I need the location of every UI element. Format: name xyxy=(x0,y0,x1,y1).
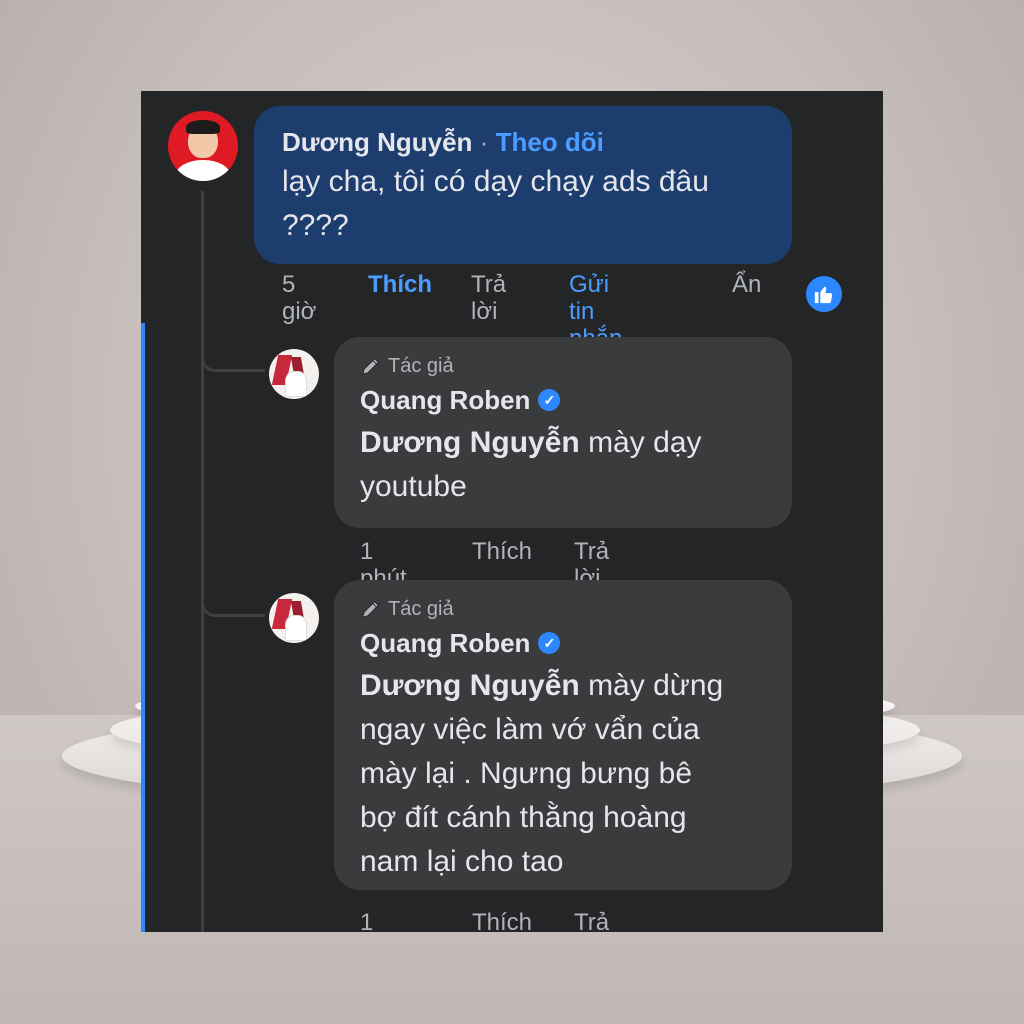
comment-header: Dương Nguyễn · Theo dõi xyxy=(282,124,764,160)
reply-bubble: Tác giả Quang Roben ✓ Dương Nguyễn mày d… xyxy=(334,580,792,890)
like-action[interactable]: Thích xyxy=(472,538,532,565)
reply-text: Dương Nguyễn mày dạy youtube xyxy=(360,426,702,503)
like-action[interactable]: Thích xyxy=(368,271,432,298)
follow-link[interactable]: Theo dõi xyxy=(496,127,604,157)
reply-bubble: Tác giả Quang Roben ✓ Dương Nguyễn mày d… xyxy=(334,337,792,528)
left-accent-bar xyxy=(141,323,145,932)
like-action[interactable]: Thích xyxy=(472,909,532,932)
comment-text: lạy cha, tôi có dạy chạy ads đâu ???? xyxy=(282,165,709,242)
hide-action[interactable]: Ẩn xyxy=(732,271,761,298)
separator-dot: · xyxy=(479,127,489,157)
thumbs-up-icon xyxy=(814,286,833,304)
avatar[interactable] xyxy=(269,593,319,643)
pencil-icon xyxy=(362,601,379,618)
reply-action[interactable]: Trả lời xyxy=(471,271,506,325)
reply-text: Dương Nguyễn mày dừng ngay việc làm vớ v… xyxy=(360,669,724,878)
verified-badge-icon: ✓ xyxy=(538,632,561,654)
thread-branch xyxy=(201,595,265,617)
author-badge: Tác giả xyxy=(360,351,766,381)
thread-line xyxy=(201,191,204,932)
reply-action[interactable]: Trả lời xyxy=(574,909,609,932)
like-reaction-button[interactable] xyxy=(804,274,844,314)
mention-link[interactable]: Dương Nguyễn xyxy=(360,426,580,459)
reply-author[interactable]: Quang Roben ✓ xyxy=(360,624,766,662)
avatar[interactable] xyxy=(168,111,238,181)
main-comment-bubble: Dương Nguyễn · Theo dõi lạy cha, tôi có … xyxy=(254,106,792,264)
author-badge: Tác giả xyxy=(360,594,766,624)
avatar[interactable] xyxy=(269,349,319,399)
comment-thread-screenshot: Dương Nguyễn · Theo dõi lạy cha, tôi có … xyxy=(141,91,883,932)
mention-link[interactable]: Dương Nguyễn xyxy=(360,669,580,702)
timestamp[interactable]: 1 phút xyxy=(360,909,407,932)
comment-author[interactable]: Dương Nguyễn xyxy=(282,127,472,157)
reply-author[interactable]: Quang Roben ✓ xyxy=(360,381,766,419)
pencil-icon xyxy=(362,358,379,375)
timestamp[interactable]: 5 giờ xyxy=(282,271,316,325)
verified-badge-icon: ✓ xyxy=(538,389,561,411)
thread-branch xyxy=(201,350,265,372)
